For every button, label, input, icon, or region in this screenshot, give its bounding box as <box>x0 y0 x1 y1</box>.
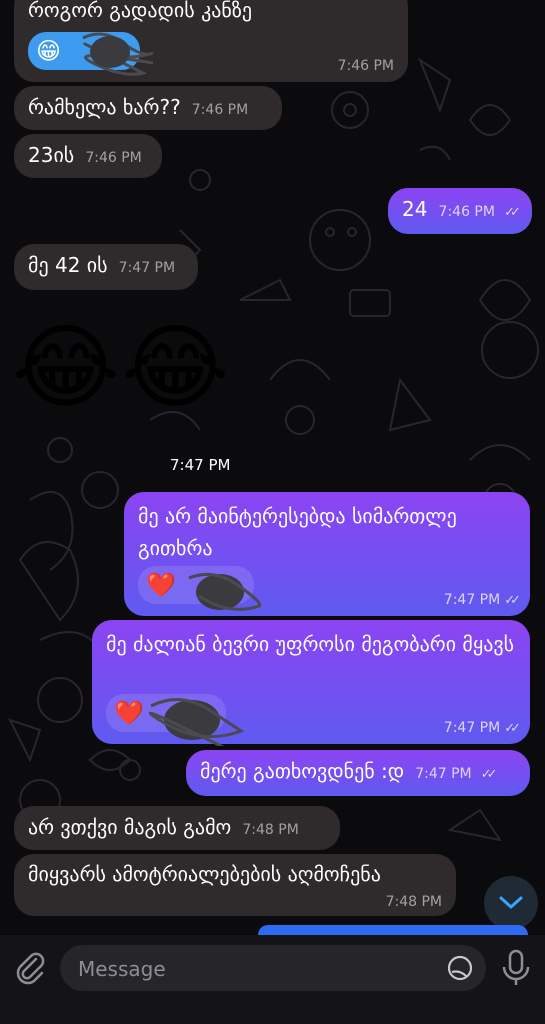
heart-emoji-icon: ❤️ <box>114 699 144 727</box>
incoming-message[interactable]: 23ის 7:46 PM <box>14 134 162 178</box>
scroll-to-bottom-button[interactable] <box>484 876 538 930</box>
incoming-message[interactable]: მე 42 ის 7:47 PM <box>14 244 198 290</box>
outgoing-message[interactable]: 24 7:46 PM ✓✓ <box>388 188 532 234</box>
message-text: არ ვთქვი მაგის გამო <box>28 815 232 839</box>
message-time: 7:47 PM ✓✓ <box>443 720 521 736</box>
message-time: 7:47 PM <box>118 260 176 276</box>
message-text: მიყვარს ამოტრიალებების აღმოჩენა <box>28 862 381 886</box>
outgoing-message[interactable]: მე არ მაინტერესებდა სიმართლე გითხრა ❤️ 7… <box>124 492 530 616</box>
message-time: 7:47 PM <box>170 456 231 474</box>
message-text: 24 <box>402 197 428 221</box>
chevron-down-icon <box>499 896 523 909</box>
message-text: როგორ გადადის კანზე <box>28 0 253 22</box>
grinning-emoji-icon: 😁 <box>36 37 62 65</box>
message-time: 7:47 PM <box>415 766 472 782</box>
paperclip-icon[interactable] <box>12 949 48 985</box>
avatar-scribble <box>188 572 262 611</box>
message-time: 7:48 PM <box>242 822 299 838</box>
message-text: მე არ მაინტერესებდა სიმართლე გითხრა <box>138 504 457 560</box>
message-input[interactable] <box>76 945 440 993</box>
message-text: 23ის <box>28 143 75 167</box>
message-time: 7:46 PM <box>191 102 249 118</box>
double-check-icon: ✓✓ <box>504 593 521 608</box>
message-composer <box>0 935 545 1024</box>
double-check-icon: ✓✓ <box>504 205 521 220</box>
double-check-icon: ✓✓ <box>504 721 521 736</box>
incoming-message[interactable]: მიყვარს ამოტრიალებების აღმოჩენა 7:48 PM <box>14 854 456 916</box>
message-input-container <box>60 945 486 993</box>
avatar-scribble <box>148 698 245 746</box>
message-text: მე 42 ის <box>28 253 108 277</box>
message-text: მე ძალიან ბევრი უფროსი მეგობარი მყავს <box>106 632 515 656</box>
message-time: 7:46 PM <box>438 204 495 220</box>
incoming-message[interactable]: არ ვთქვი მაგის გამო 7:48 PM <box>14 806 340 850</box>
message-time: 7:46 PM <box>85 150 142 166</box>
message-time: 7:48 PM <box>385 894 442 910</box>
incoming-message[interactable]: რამხელა ხარ?? 7:46 PM <box>14 86 282 130</box>
microphone-icon[interactable] <box>500 949 532 987</box>
avatar-scribble <box>82 32 154 76</box>
message-time: 7:47 PM ✓✓ <box>443 592 521 608</box>
outgoing-message[interactable]: მერე გათხოვდნენ :დ 7:47 PM ✓✓ <box>186 750 530 796</box>
outgoing-message[interactable]: მე ძალიან ბევრი უფროსი მეგობარი მყავს ❤️… <box>92 620 530 746</box>
double-check-icon: ✓✓ <box>480 767 498 782</box>
message-text: მერე გათხოვდნენ :დ <box>200 759 405 783</box>
sticker-icon[interactable] <box>446 954 474 982</box>
message-time: 7:46 PM <box>337 58 394 74</box>
heart-emoji-icon: ❤️ <box>146 571 176 599</box>
message-text: რამხელა ხარ?? <box>28 95 181 119</box>
big-emoji-message[interactable]: 😂😂 <box>12 318 231 418</box>
incoming-message[interactable]: როგორ გადადის კანზე 😁 7:46 PM <box>14 0 408 82</box>
